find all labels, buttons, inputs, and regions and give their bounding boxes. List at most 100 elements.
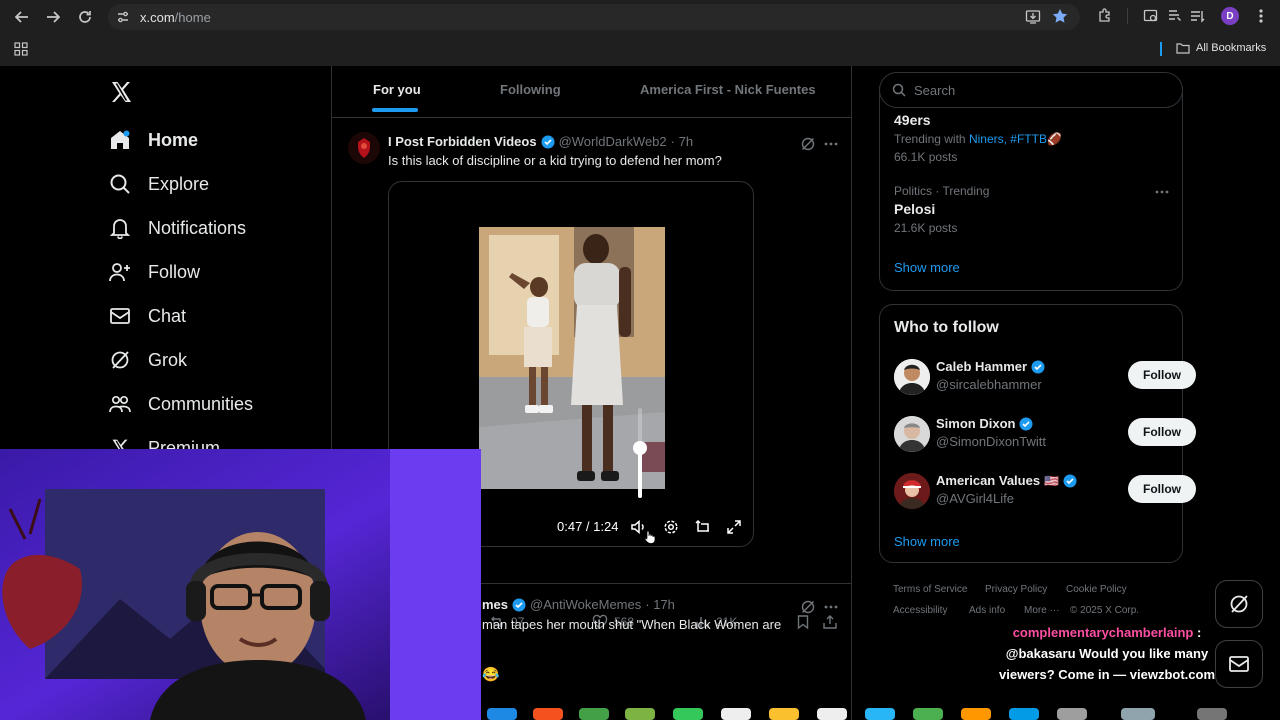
customize-icon[interactable] xyxy=(1166,8,1182,24)
address-bar[interactable] xyxy=(108,4,1080,30)
avatar[interactable] xyxy=(348,132,380,164)
tab-following[interactable]: Following xyxy=(500,82,561,97)
messages-button[interactable] xyxy=(1215,640,1263,688)
tweet-emoji: 😂 xyxy=(482,666,500,682)
mail-icon xyxy=(1229,656,1249,672)
bookmark-star-icon[interactable] xyxy=(1052,8,1068,24)
chat-username: complementarychamberlainp xyxy=(1012,625,1194,640)
footer-privacy-link[interactable]: Privacy Policy xyxy=(985,584,1047,595)
trend-category: Politics · Trending xyxy=(894,184,990,198)
back-icon[interactable] xyxy=(8,3,36,31)
nav-communities[interactable]: Communities xyxy=(108,392,253,416)
url-text: x.com/home xyxy=(140,10,211,25)
grok-button[interactable] xyxy=(1215,580,1263,628)
picture-in-picture-icon[interactable] xyxy=(695,519,711,535)
avatar[interactable] xyxy=(894,416,930,452)
nav-explore[interactable]: Explore xyxy=(108,172,209,196)
tweet-time[interactable]: · 17h xyxy=(645,597,675,612)
trend-title[interactable]: 49ers xyxy=(894,112,931,128)
mouse-cursor-icon xyxy=(644,530,656,544)
verified-badge-icon xyxy=(1019,417,1033,430)
follow-button[interactable]: Follow xyxy=(1128,418,1196,446)
trend-related-links[interactable]: Niners, #FTTB xyxy=(969,132,1047,146)
chat-message: @bakasaru Would you like many viewers? C… xyxy=(999,646,1215,682)
avatar[interactable] xyxy=(894,473,930,509)
user-handle: @SimonDixonTwitt xyxy=(936,434,1047,449)
tweet-author-handle[interactable]: @WorldDarkWeb2 xyxy=(559,134,667,149)
menu-dots-icon[interactable] xyxy=(1253,7,1269,25)
forward-icon[interactable] xyxy=(39,3,67,31)
nav-grok[interactable]: Grok xyxy=(108,348,187,372)
volume-handle[interactable] xyxy=(633,441,647,455)
show-more-follow-link[interactable]: Show more xyxy=(894,534,960,549)
person-add-icon xyxy=(108,260,132,284)
video-time: 0:47 / 1:24 xyxy=(557,519,619,534)
more-icon[interactable] xyxy=(1154,184,1170,200)
tab-america-first[interactable]: America First - Nick Fuentes xyxy=(640,82,816,97)
fullscreen-icon[interactable] xyxy=(726,519,742,535)
footer-cookie-link[interactable]: Cookie Policy xyxy=(1066,584,1127,595)
reload-icon[interactable] xyxy=(71,3,99,31)
toolbar-divider xyxy=(1127,8,1128,24)
trend-emoji: 🏈 xyxy=(1046,132,1062,146)
footer-ads-link[interactable]: Ads info xyxy=(969,605,1005,616)
verified-badge-icon xyxy=(512,598,526,611)
suggested-user[interactable]: Caleb Hammer xyxy=(936,359,1045,374)
nav-home[interactable]: Home xyxy=(108,128,198,152)
timeline-tabs: For you Following America First - Nick F… xyxy=(332,66,851,118)
stream-chat-overlay: complementarychamberlainp : @bakasaru Wo… xyxy=(994,622,1220,685)
avatar[interactable] xyxy=(894,359,930,395)
nav-notifications[interactable]: Notifications xyxy=(108,216,246,240)
tweet-author-name[interactable]: mes xyxy=(482,597,508,612)
nav-chat[interactable]: Chat xyxy=(108,304,186,328)
more-icon[interactable] xyxy=(823,136,839,152)
people-icon xyxy=(108,392,132,416)
tweet-author-name[interactable]: I Post Forbidden Videos xyxy=(388,134,537,149)
settings-gear-icon[interactable] xyxy=(663,519,679,535)
grok-icon xyxy=(108,348,132,372)
show-more-trends-link[interactable]: Show more xyxy=(894,260,960,275)
mail-icon xyxy=(108,304,132,328)
more-icon[interactable] xyxy=(823,599,839,615)
reading-list-icon[interactable] xyxy=(1189,8,1205,24)
footer-more-link[interactable]: More ··· xyxy=(1024,605,1060,616)
search-icon xyxy=(108,172,132,196)
apps-grid-icon[interactable] xyxy=(14,42,28,56)
nav-follow-label: Follow xyxy=(148,261,201,282)
nav-chat-label: Chat xyxy=(148,305,187,326)
bookmarks-divider xyxy=(1160,42,1162,56)
us-flag-emoji: 🇺🇸 xyxy=(1044,473,1060,488)
user-name: Simon Dixon xyxy=(936,416,1016,431)
follow-button[interactable]: Follow xyxy=(1128,475,1196,503)
tweet-author-handle[interactable]: @AntiWokeMemes xyxy=(530,597,641,612)
suggested-user[interactable]: American Values 🇺🇸 xyxy=(936,473,1077,488)
nav-follow[interactable]: Follow xyxy=(108,260,200,284)
footer-terms-link[interactable]: Terms of Service xyxy=(893,584,967,595)
user-handle: @sircalebhammer xyxy=(936,377,1042,392)
user-name: Caleb Hammer xyxy=(936,359,1028,374)
tweet-time[interactable]: · 7h xyxy=(671,134,693,149)
x-logo-icon[interactable] xyxy=(109,80,133,104)
trend-posts: 66.1K posts xyxy=(894,150,958,164)
trends-card: 49ers Trending with Niners, #FTTB🏈 66.1K… xyxy=(879,86,1183,291)
all-bookmarks-button[interactable]: All Bookmarks xyxy=(1176,42,1266,54)
grok-icon[interactable] xyxy=(800,136,816,152)
suggested-user[interactable]: Simon Dixon xyxy=(936,416,1033,431)
follow-button[interactable]: Follow xyxy=(1128,361,1196,389)
trend-title[interactable]: Pelosi xyxy=(894,201,935,217)
who-to-follow-card: Who to follow Caleb Hammer @sircalebhamm… xyxy=(879,304,1196,563)
grok-icon[interactable] xyxy=(800,599,816,615)
profile-avatar[interactable]: D xyxy=(1221,7,1239,25)
install-app-icon[interactable] xyxy=(1025,9,1041,25)
tab-search-icon[interactable] xyxy=(1143,8,1159,24)
tab-for-you[interactable]: For you xyxy=(373,82,421,97)
extensions-icon[interactable] xyxy=(1097,8,1113,24)
tweet-text: man tapes her mouth shut "When Black Wom… xyxy=(482,617,782,632)
trend-meta: Trending with Niners, #FTTB🏈 xyxy=(894,132,1062,146)
footer-accessibility-link[interactable]: Accessibility xyxy=(893,605,947,616)
site-settings-icon[interactable] xyxy=(116,10,130,24)
webcam-overlay xyxy=(0,449,481,720)
user-name: American Values xyxy=(936,473,1041,488)
macos-dock xyxy=(481,706,1280,720)
chat-colon: : xyxy=(1193,625,1202,640)
